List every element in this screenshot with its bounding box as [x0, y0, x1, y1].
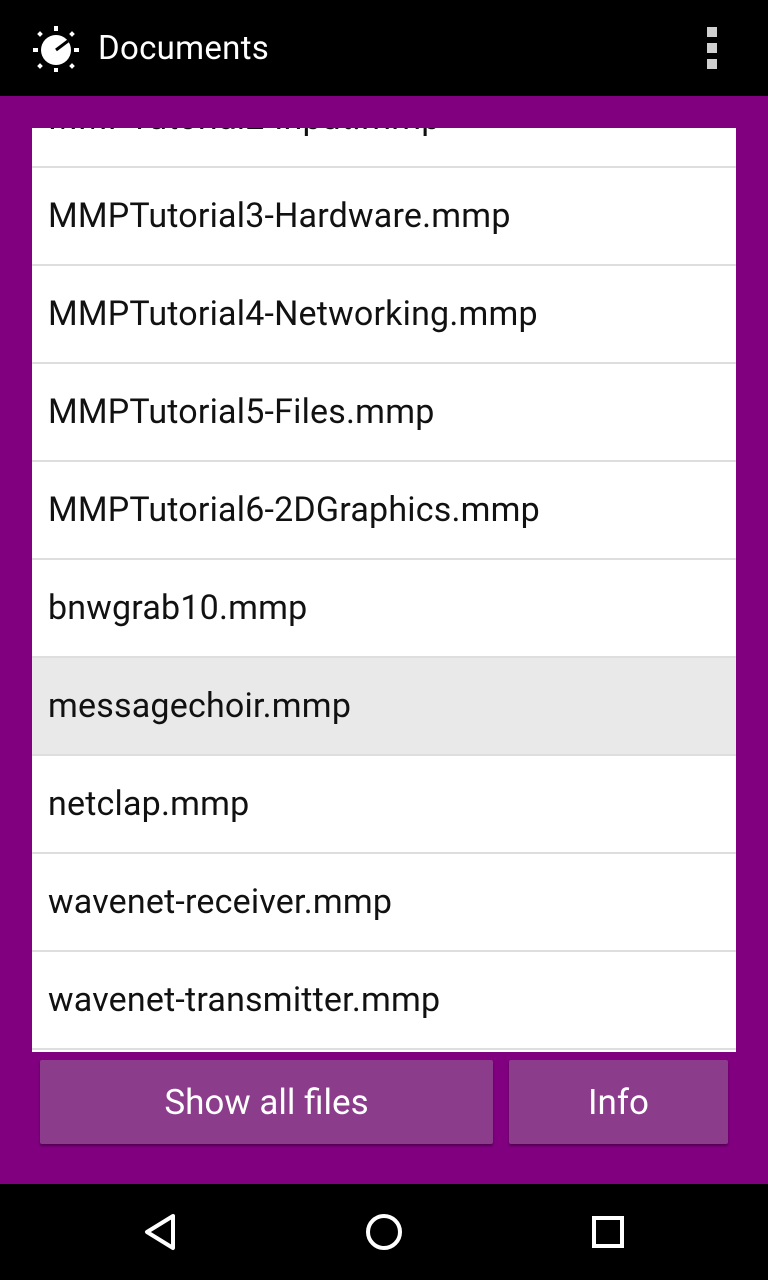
page-title: Documents: [98, 29, 270, 68]
file-list[interactable]: MMPTutorial2-Input.mmpMMPTutorial3-Hardw…: [32, 128, 736, 1052]
back-triangle-icon[interactable]: [100, 1184, 220, 1280]
navigation-bar: [0, 1184, 768, 1280]
file-list-item[interactable]: wavenet-transmitter.mmp: [32, 952, 736, 1050]
show-all-files-button[interactable]: Show all files: [40, 1060, 493, 1144]
timer-dial-icon[interactable]: [30, 24, 82, 72]
file-list-item[interactable]: wavenet-receiver.mmp: [32, 854, 736, 952]
file-list-item[interactable]: messagechoir.mmp: [32, 658, 736, 756]
recents-square-icon[interactable]: [548, 1184, 668, 1280]
file-list-item[interactable]: MMPTutorial3-Hardware.mmp: [32, 168, 736, 266]
file-list-item[interactable]: bnwgrab10.mmp: [32, 560, 736, 658]
file-list-item[interactable]: MMPTutorial6-2DGraphics.mmp: [32, 462, 736, 560]
button-row: Show all files Info: [40, 1060, 728, 1144]
overflow-dot: [707, 27, 717, 37]
action-bar: Documents: [0, 0, 768, 96]
home-circle-icon[interactable]: [324, 1184, 444, 1280]
file-list-item[interactable]: MMPTutorial2-Input.mmp: [32, 128, 736, 168]
more-vert-icon[interactable]: [688, 20, 736, 76]
overflow-dot: [707, 59, 717, 69]
file-list-scroll: MMPTutorial2-Input.mmpMMPTutorial3-Hardw…: [32, 128, 736, 1050]
file-list-item[interactable]: netclap.mmp: [32, 756, 736, 854]
file-list-item[interactable]: MMPTutorial4-Networking.mmp: [32, 266, 736, 364]
content-area: MMPTutorial2-Input.mmpMMPTutorial3-Hardw…: [0, 96, 768, 1184]
overflow-dot: [707, 43, 717, 53]
info-button[interactable]: Info: [509, 1060, 728, 1144]
file-list-item[interactable]: MMPTutorial5-Files.mmp: [32, 364, 736, 462]
